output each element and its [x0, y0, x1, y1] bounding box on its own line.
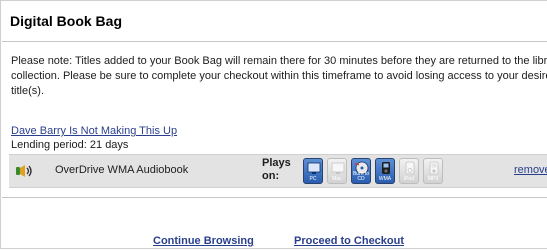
- plays-on-label: Plays on:: [262, 157, 291, 182]
- wma-player-icon: WMA: [375, 158, 395, 184]
- burn-cd-icon: Burn to CD: [351, 158, 371, 184]
- footer-divider: [2, 197, 547, 198]
- pc-monitor-icon: PC: [303, 158, 323, 184]
- panel-title: Digital Book Bag: [10, 13, 123, 29]
- book-bag-panel: Digital Book Bag Please note: Titles add…: [0, 0, 547, 249]
- mp3-player-icon: MP3: [423, 158, 443, 184]
- mac-monitor-icon: Mac: [327, 158, 347, 184]
- continue-browsing-link[interactable]: Continue Browsing: [153, 235, 254, 247]
- book-title-link[interactable]: Dave Barry Is Not Making This Up: [11, 125, 177, 137]
- title-divider: [2, 41, 547, 42]
- overdrive-audio-icon: [15, 164, 33, 178]
- book-bag-notice: Please note: Titles added to your Book B…: [11, 55, 547, 97]
- proceed-to-checkout-link[interactable]: Proceed to Checkout: [294, 235, 404, 247]
- format-row: OverDrive WMA Audiobook Plays on: PC Mac…: [9, 154, 547, 188]
- ipod-icon: iPod: [399, 158, 419, 184]
- remove-link[interactable]: remove: [514, 164, 547, 176]
- lending-period: Lending period: 21 days: [11, 139, 129, 151]
- format-name: OverDrive WMA Audiobook: [55, 164, 189, 176]
